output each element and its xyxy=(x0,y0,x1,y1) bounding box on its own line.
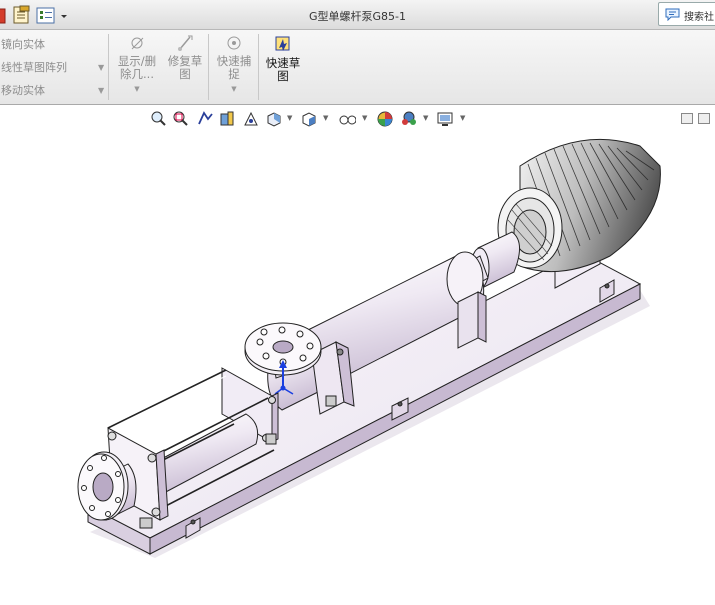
dynamic-annotation-icon[interactable] xyxy=(242,110,260,128)
chevron-down-icon[interactable]: ▼ xyxy=(362,114,367,122)
chevron-down-icon[interactable]: ▼ xyxy=(98,86,104,95)
chevron-down-icon[interactable]: ▼ xyxy=(323,114,328,122)
relations-icon xyxy=(131,37,144,50)
quick-snap-icon xyxy=(227,36,241,50)
pump-model[interactable] xyxy=(0,106,715,605)
zoom-to-area-icon[interactable] xyxy=(172,110,190,128)
chat-bubble-icon xyxy=(665,8,680,21)
linear-sketch-pattern-item[interactable]: 线性草图阵列 xyxy=(1,59,67,75)
chevron-down-icon[interactable]: ▼ xyxy=(460,114,465,122)
section-view-icon[interactable] xyxy=(218,110,236,128)
repair-sketch-icon xyxy=(178,35,193,51)
move-entities-item[interactable]: 移动实体 xyxy=(1,82,45,98)
maximize-viewport-button[interactable] xyxy=(698,113,710,124)
ribbon-separator xyxy=(208,34,209,100)
search-label: 搜索社 xyxy=(684,12,714,23)
search-commands-box[interactable]: 搜索社 xyxy=(658,2,715,26)
previous-view-icon[interactable] xyxy=(196,110,214,128)
rapid-sketch-icon xyxy=(275,36,290,51)
view-orientation-icon[interactable] xyxy=(265,110,283,128)
command-manager: 镜向实体 线性草图阵列 ▼ 移动实体 ▼ 显示/删 除几... ▼ 修复草 图 … xyxy=(0,30,715,105)
title-bar: G型单螺杆泵G85-1 搜索社 xyxy=(0,0,715,30)
repair-sketch-button[interactable]: 修复草 图 xyxy=(164,34,206,81)
zoom-to-fit-icon[interactable] xyxy=(150,110,168,128)
edit-appearance-icon[interactable] xyxy=(376,110,394,128)
hide-show-items-icon[interactable] xyxy=(338,110,356,128)
display-delete-label: 显示/删 除几... xyxy=(117,54,157,81)
chevron-down-icon: ▼ xyxy=(134,85,140,93)
motor[interactable] xyxy=(497,138,661,273)
rapid-sketch-button[interactable]: 快速草 图 xyxy=(261,34,305,83)
viewport-window-buttons xyxy=(681,113,715,127)
ribbon-separator xyxy=(108,34,109,100)
chevron-down-icon[interactable]: ▼ xyxy=(98,63,104,72)
display-delete-relations-button[interactable]: 显示/删 除几... ▼ xyxy=(114,34,160,96)
view-settings-icon[interactable] xyxy=(436,110,454,128)
apply-scene-icon[interactable] xyxy=(400,110,418,128)
mirror-entities-item[interactable]: 镜向实体 xyxy=(1,36,45,52)
rapid-sketch-label: 快速草 图 xyxy=(265,56,301,83)
restore-viewport-button[interactable] xyxy=(681,113,693,124)
chevron-down-icon[interactable]: ▼ xyxy=(287,114,292,122)
display-style-icon[interactable] xyxy=(300,110,318,128)
window-title: G型单螺杆泵G85-1 xyxy=(308,10,406,23)
chevron-down-icon[interactable]: ▼ xyxy=(423,114,428,122)
chevron-down-icon: ▼ xyxy=(231,85,237,93)
quick-snaps-button[interactable]: 快速捕 捉 ▼ xyxy=(212,34,256,96)
graphics-area[interactable]: ▼ ▼ ▼ ▼ ▼ xyxy=(0,106,715,605)
quick-snap-label: 快速捕 捉 xyxy=(216,54,252,81)
ribbon-separator xyxy=(258,34,259,100)
repair-sketch-label: 修复草 图 xyxy=(167,54,203,81)
